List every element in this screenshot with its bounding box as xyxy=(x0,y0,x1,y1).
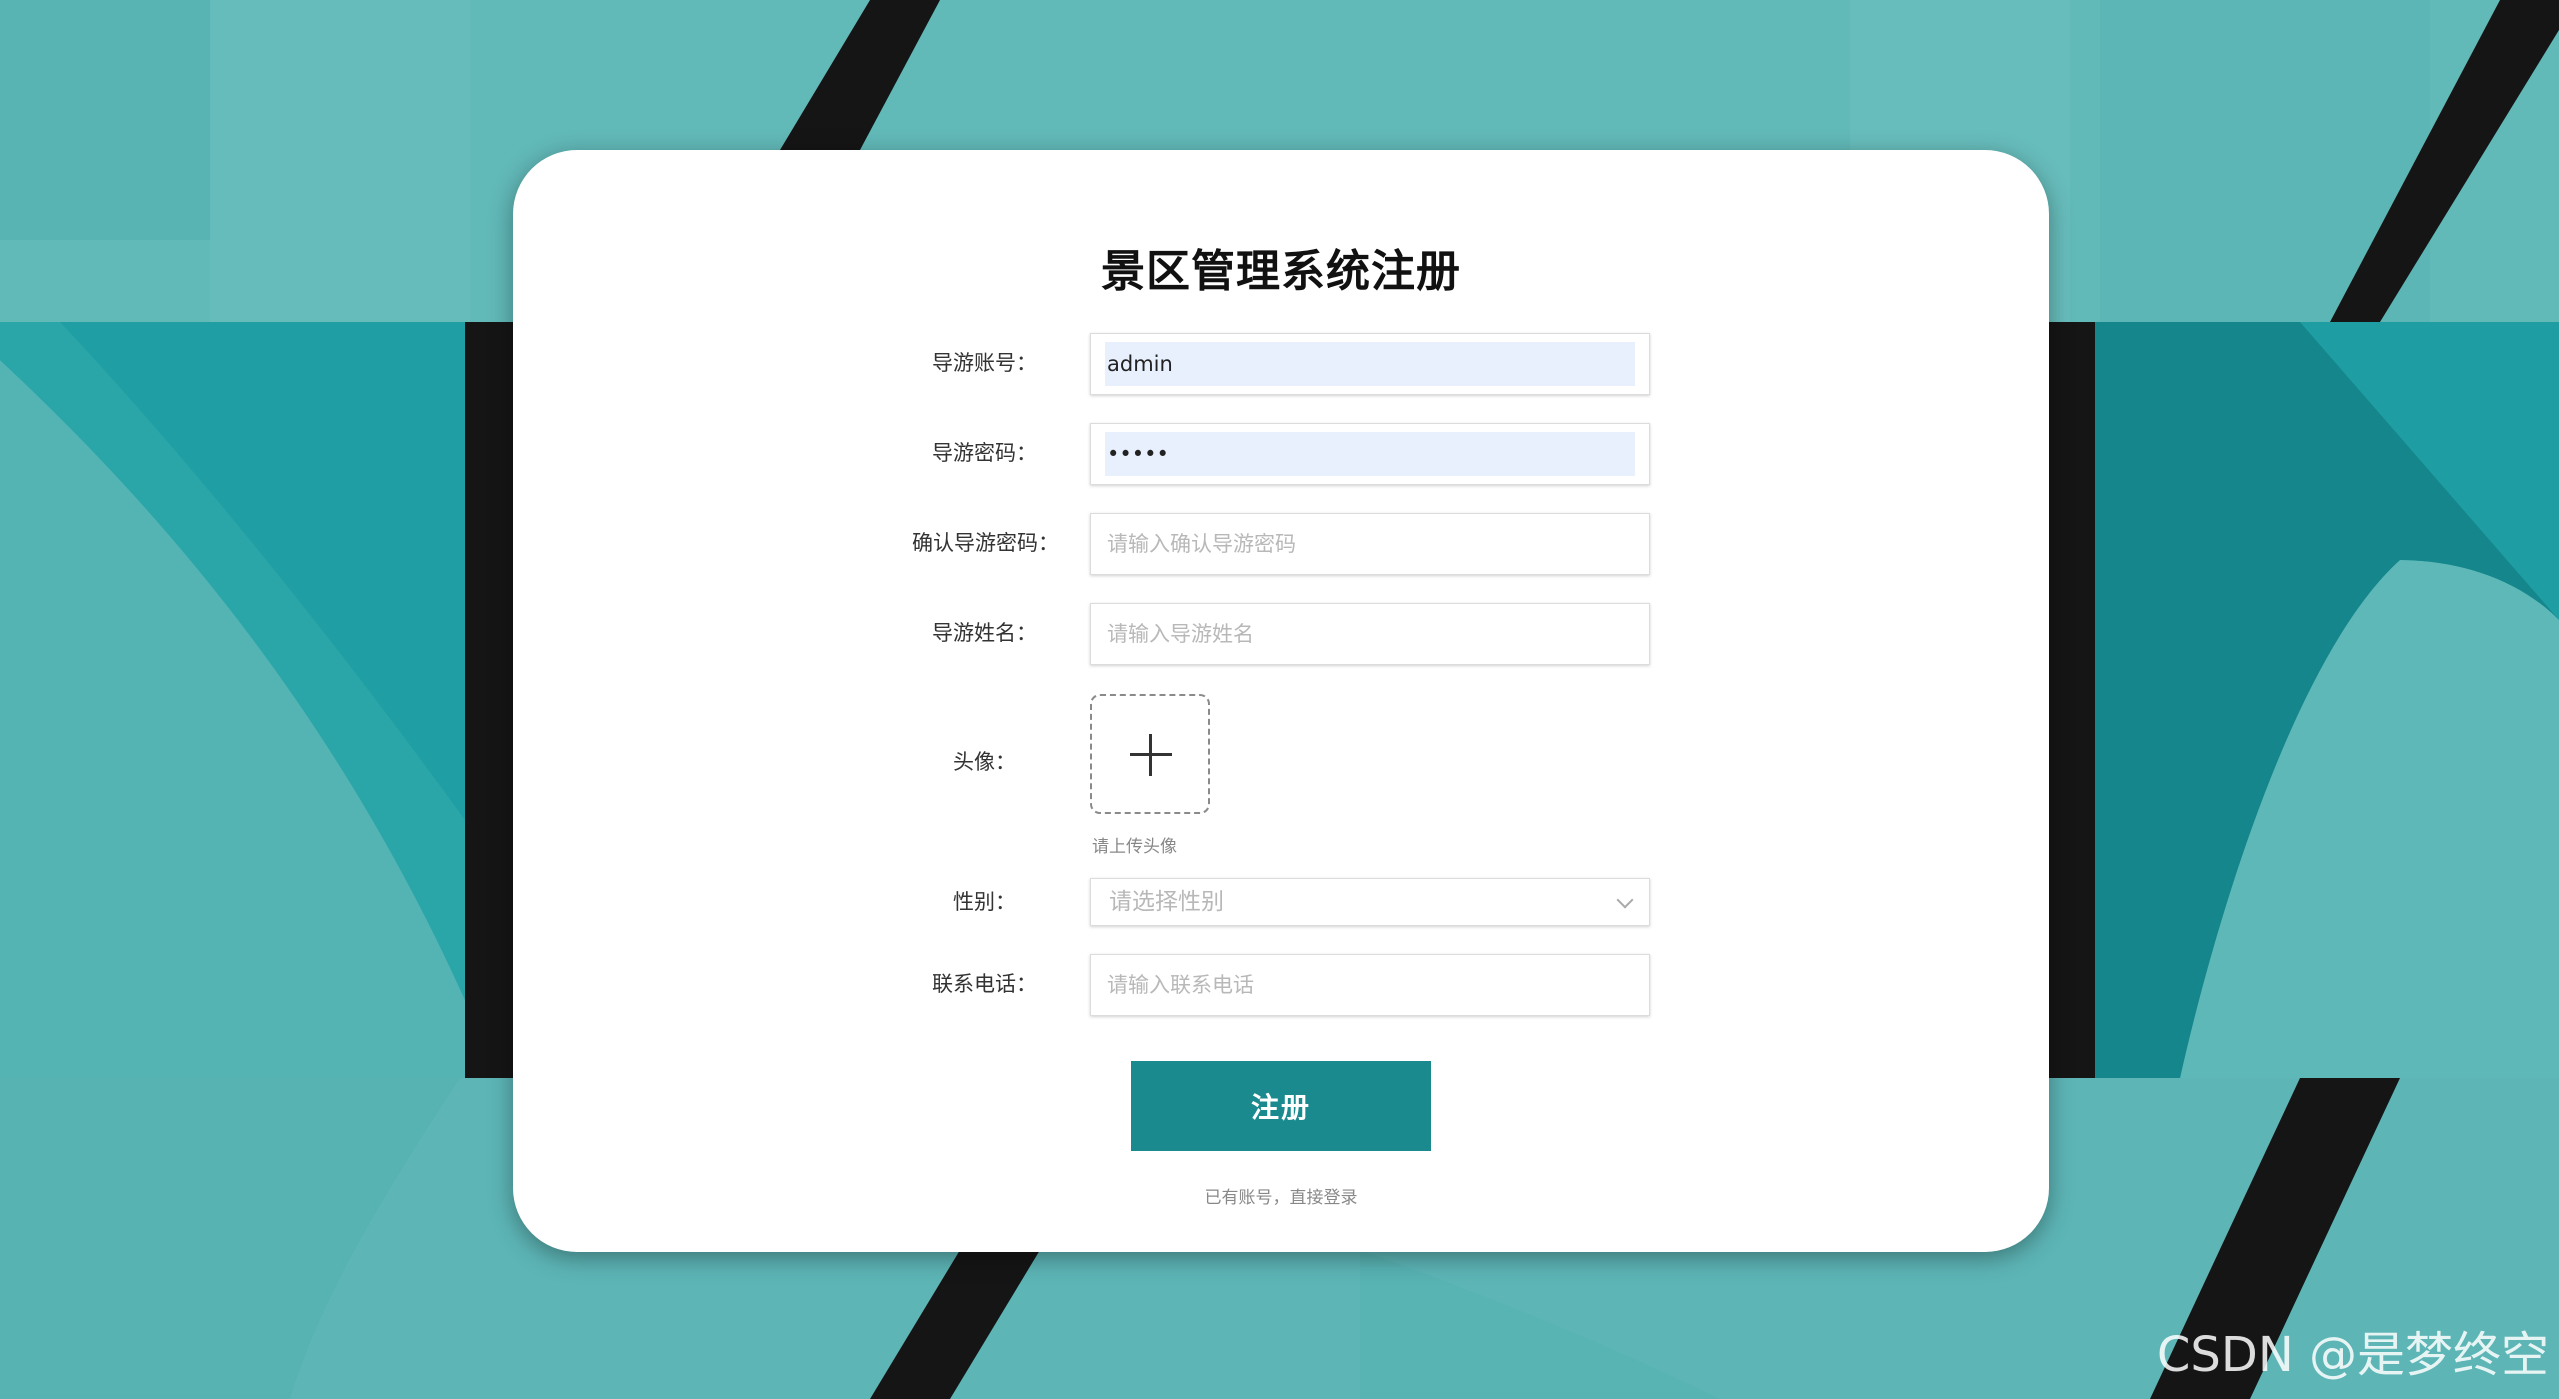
gender-label: 性别： xyxy=(953,890,1016,914)
avatar-upload-hint: 请上传头像 xyxy=(1092,837,1177,857)
password-label: 导游密码： xyxy=(932,441,1037,465)
username-field-box xyxy=(1090,333,1650,395)
password-field-box xyxy=(1090,423,1650,485)
name-field-box xyxy=(1090,603,1650,665)
confirm-password-label: 确认导游密码： xyxy=(912,531,1059,555)
chevron-down-icon xyxy=(1616,891,1634,909)
register-card: 景区管理系统注册 导游账号： 导游密码： 确认导游密码： 导游姓名： 头像： xyxy=(513,150,2049,1252)
phone-label: 联系电话： xyxy=(932,972,1037,996)
name-label: 导游姓名： xyxy=(932,621,1037,645)
login-link[interactable]: 已有账号，直接登录 xyxy=(513,1183,2049,1208)
phone-field-box xyxy=(1090,954,1650,1016)
password-input[interactable] xyxy=(1105,432,1635,476)
avatar-label: 头像： xyxy=(953,750,1016,774)
gender-select-value: 请选择性别 xyxy=(1109,889,1224,915)
confirm-password-input[interactable] xyxy=(1105,522,1635,566)
phone-input[interactable] xyxy=(1105,963,1635,1007)
gender-select[interactable]: 请选择性别 xyxy=(1090,878,1650,926)
register-button[interactable]: 注册 xyxy=(1131,1061,1431,1151)
plus-icon-vertical xyxy=(1149,734,1152,776)
name-input[interactable] xyxy=(1105,612,1635,656)
confirm-password-field-box xyxy=(1090,513,1650,575)
username-label: 导游账号： xyxy=(932,351,1037,375)
watermark: CSDN @是梦终空 xyxy=(2156,1327,2549,1383)
page-title: 景区管理系统注册 xyxy=(1101,246,1461,297)
username-input[interactable] xyxy=(1105,342,1635,386)
avatar-upload-button[interactable] xyxy=(1090,694,1210,814)
